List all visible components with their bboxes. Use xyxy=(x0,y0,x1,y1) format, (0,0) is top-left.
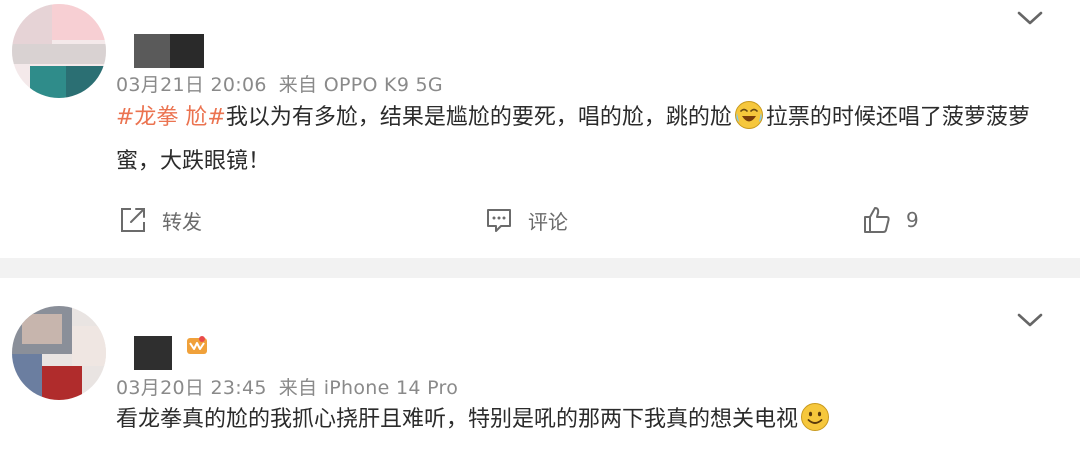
comment-card: 03月20日 23:45 来自 iPhone 14 Pro 看龙拳真的尬的我抓心挠… xyxy=(0,278,1080,462)
timestamp: 03月21日 20:06 xyxy=(116,74,267,96)
avatar[interactable] xyxy=(12,4,106,98)
action-bar: 转发 评论 9 xyxy=(0,205,1080,249)
comment-text-part: 我以为有多尬，结果是尴尬的要死，唱的尬，跳的尬 xyxy=(225,105,732,130)
topic-link[interactable]: #龙拳 尬# xyxy=(116,105,226,130)
repost-button[interactable]: 转发 xyxy=(118,205,202,235)
comment-text: 看龙拳真的尬的我抓心挠肝且难听，特别是吼的那两下我真的想关电视 xyxy=(116,398,1040,442)
chevron-down-icon[interactable] xyxy=(1016,10,1044,28)
like-count: 9 xyxy=(906,208,919,232)
comment-text-part: 看龙拳真的尬的我抓心挠肝且难听，特别是吼的那两下我真的想关电视 xyxy=(116,407,799,432)
comment-text: #龙拳 尬#我以为有多尬，结果是尴尬的要死，唱的尬，跳的尬 拉票的时候还唱了菠萝… xyxy=(116,96,1040,184)
smile-emoji-icon xyxy=(801,403,830,431)
repost-label: 转发 xyxy=(162,209,202,234)
like-button[interactable]: 9 xyxy=(862,205,919,235)
laughing-crying-emoji-icon xyxy=(734,101,763,129)
source-device: 来自 OPPO K9 5G xyxy=(278,74,443,96)
post-meta: 03月20日 23:45 来自 iPhone 14 Pro xyxy=(116,373,458,400)
chevron-down-icon[interactable] xyxy=(1016,312,1044,330)
comment-card: 03月21日 20:06 来自 OPPO K9 5G #龙拳 尬#我以为有多尬，结… xyxy=(0,0,1080,258)
comment-icon xyxy=(487,209,511,232)
repost-icon xyxy=(121,208,145,232)
username-blurred[interactable] xyxy=(134,336,172,370)
avatar[interactable] xyxy=(12,306,106,400)
comment-label: 评论 xyxy=(528,209,568,234)
username-blurred[interactable] xyxy=(134,34,204,68)
timestamp: 03月20日 23:45 xyxy=(116,377,267,399)
vip-badge-icon xyxy=(187,336,207,354)
source-device: 来自 iPhone 14 Pro xyxy=(278,377,459,399)
thumbs-up-icon xyxy=(864,207,890,233)
comment-button[interactable]: 评论 xyxy=(484,205,568,235)
post-meta: 03月21日 20:06 来自 OPPO K9 5G xyxy=(116,70,443,97)
divider xyxy=(0,258,1080,278)
